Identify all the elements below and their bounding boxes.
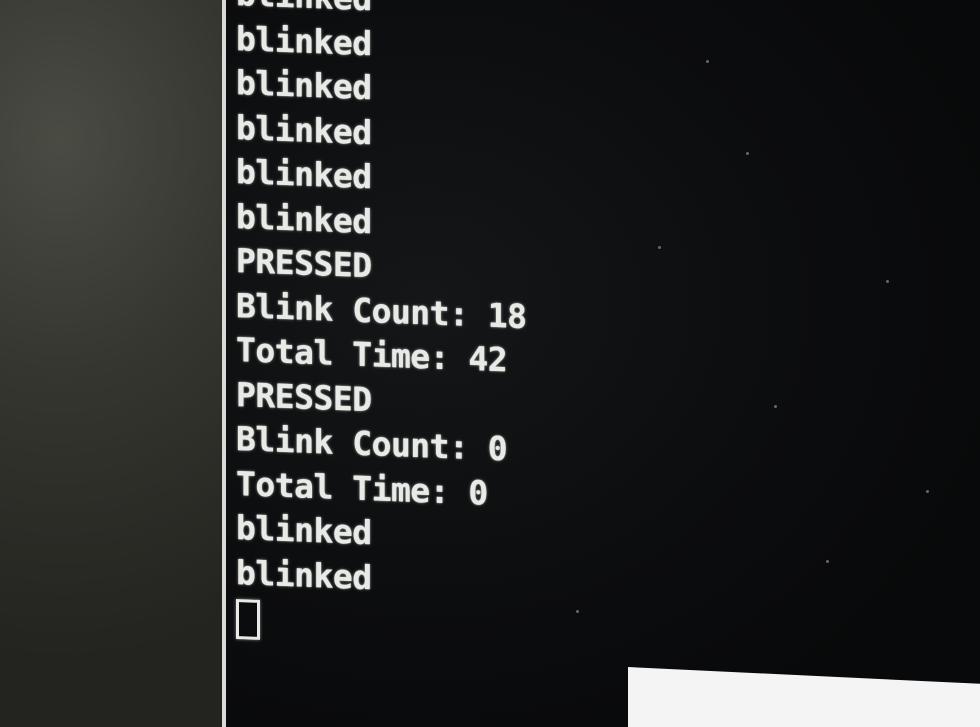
screen-speck — [706, 60, 709, 63]
screen-speck — [774, 405, 777, 408]
screen-speck — [886, 280, 889, 283]
terminal-output: blinked blinked blinked blinked blinked … — [236, 0, 527, 650]
screen-speck — [658, 246, 661, 249]
text-cursor — [236, 599, 260, 640]
screen-speck — [826, 560, 829, 563]
screen-speck — [576, 610, 579, 613]
screen-speck — [746, 152, 749, 155]
terminal-window[interactable]: blinked blinked blinked blinked blinked … — [222, 0, 980, 727]
screen-speck — [926, 490, 929, 493]
